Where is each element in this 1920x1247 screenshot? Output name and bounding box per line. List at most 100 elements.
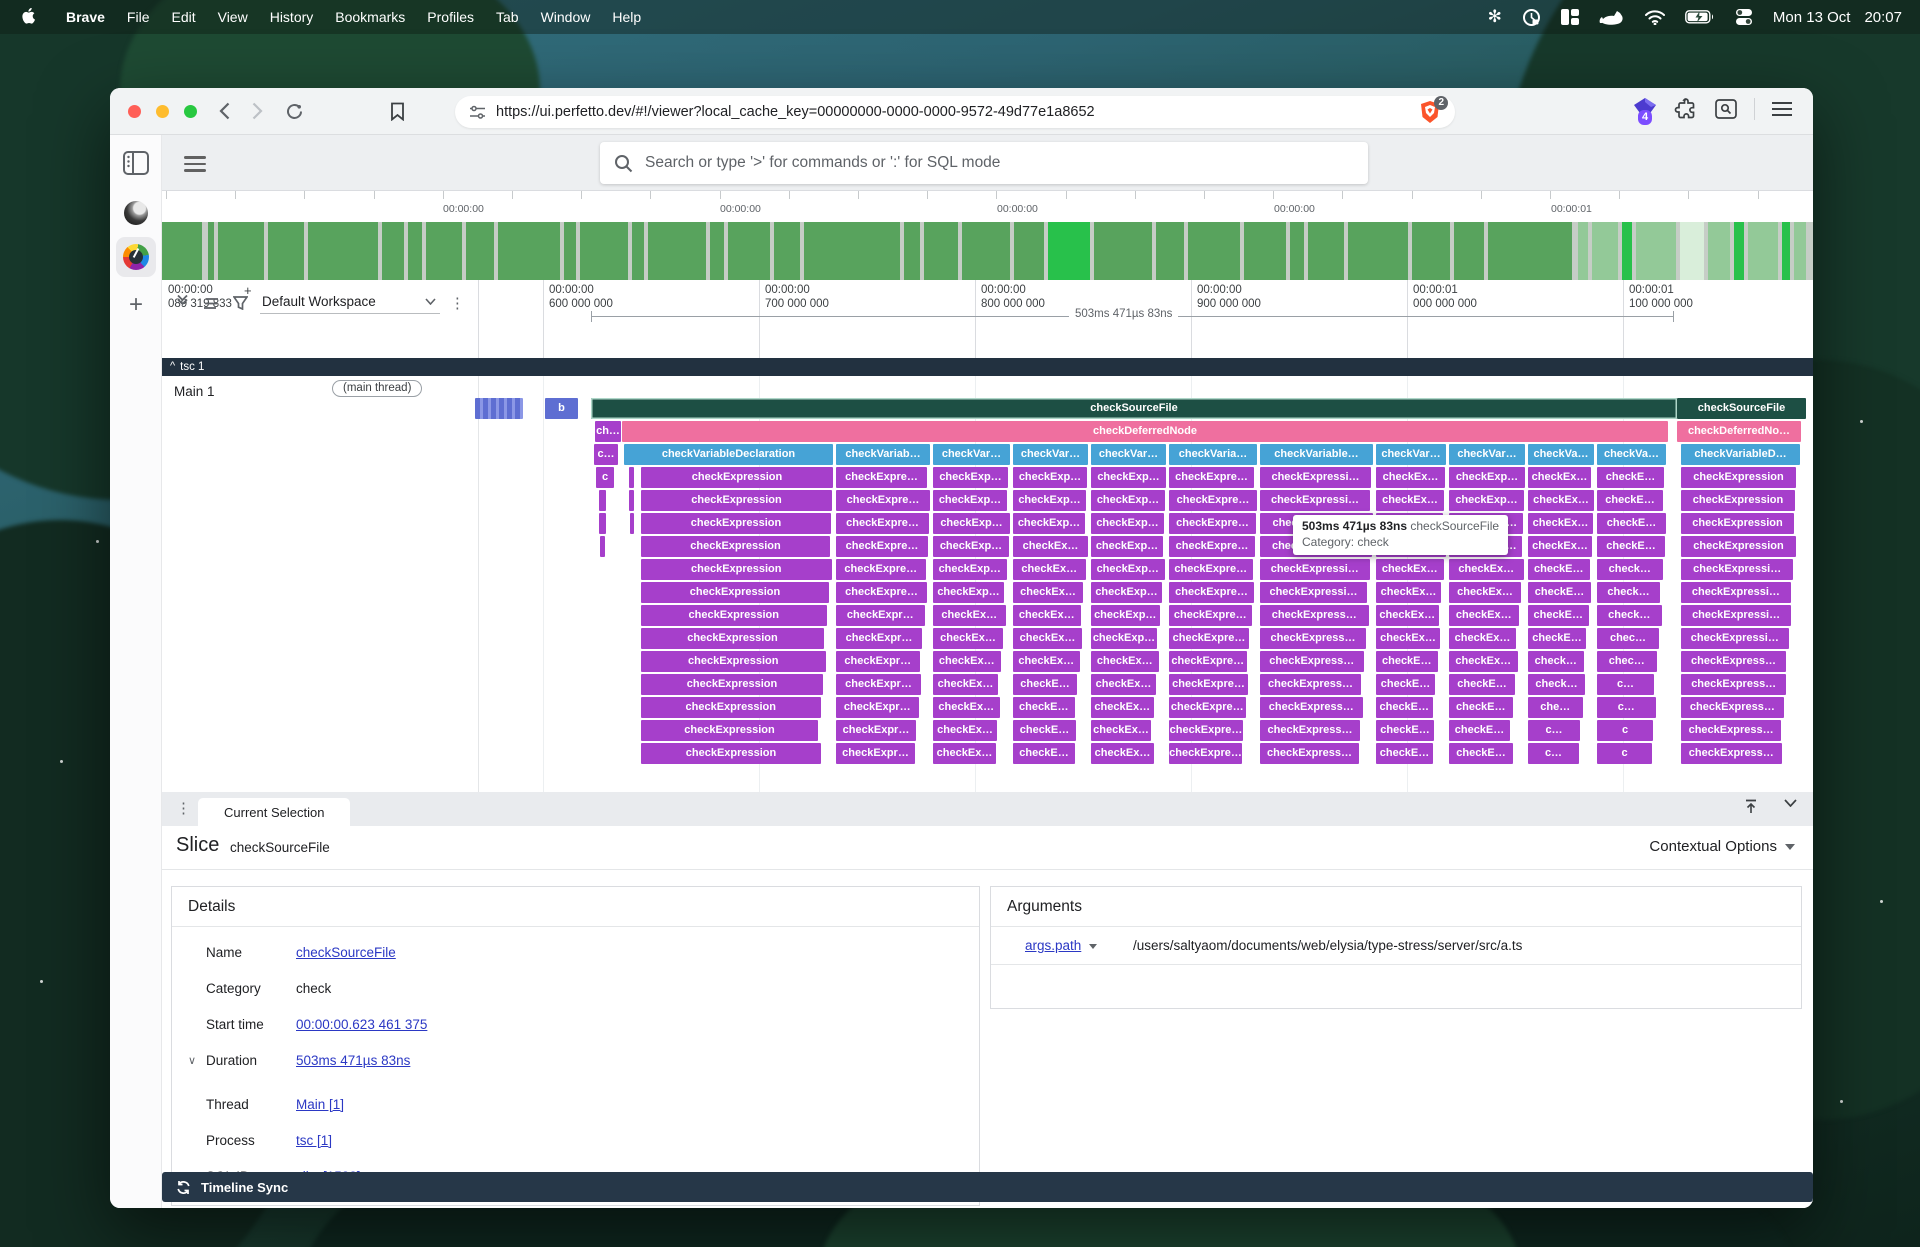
flame-slice[interactable]: checkE… [1449, 697, 1513, 718]
flame-slice[interactable]: checkExp… [1091, 490, 1165, 511]
flame-slice[interactable]: checkExp… [933, 467, 1008, 488]
flame-slice-teal[interactable]: checkVar… [1013, 444, 1088, 465]
flame-slice[interactable]: checkExpre… [1169, 490, 1257, 511]
flame-slice[interactable]: checkExpression [641, 720, 818, 741]
workspace-select[interactable]: Default Workspace [260, 292, 440, 314]
tab-kebab-icon[interactable]: ⋮ [176, 799, 191, 817]
menu-item-edit[interactable]: Edit [160, 9, 206, 25]
flame-slice[interactable]: checkE… [1013, 743, 1075, 764]
flame-slice[interactable]: c… [594, 444, 618, 465]
flame-slice[interactable]: checkExpressi… [1260, 467, 1371, 488]
flame-slice-teal[interactable]: checkVa… [1528, 444, 1594, 465]
flame-slice[interactable]: checkExpressi… [1681, 628, 1789, 649]
flame-slice[interactable]: chec… [1597, 628, 1659, 649]
sort-tracks-icon[interactable] [203, 297, 219, 310]
flame-slice[interactable]: checkExpre… [836, 467, 927, 488]
flame-slice[interactable]: checkExp… [933, 536, 1009, 557]
flame-slice[interactable]: checkEx… [1528, 536, 1592, 557]
flame-slice[interactable]: checkExpression [1681, 513, 1794, 534]
flame-slice[interactable]: checkEx… [1449, 605, 1519, 626]
flame-slice[interactable]: checkExpre… [836, 582, 927, 603]
flame-slice-checksourcefile[interactable]: checkSourceFile [591, 398, 1677, 419]
flame-slice[interactable]: checkExpre… [836, 559, 926, 580]
tab-perfetto-active[interactable] [116, 237, 156, 277]
flame-slice[interactable]: checkE… [1449, 674, 1515, 695]
flame-slice[interactable]: checkEx… [1449, 559, 1524, 580]
flame-slice[interactable]: checkEx… [1091, 674, 1156, 695]
flame-slice[interactable]: checkExpr… [836, 628, 922, 649]
flame-slice-teal[interactable]: checkVar… [1376, 444, 1446, 465]
flame-slice[interactable]: checkExpr… [836, 720, 916, 741]
flame-slice[interactable]: checkEx… [1013, 628, 1082, 649]
flame-slice[interactable]: checkExpression [641, 467, 833, 488]
flame-slice-teal[interactable]: checkVar… [1449, 444, 1525, 465]
flame-slice[interactable]: checkExp… [1091, 467, 1166, 488]
find-in-page-icon[interactable] [1714, 97, 1738, 121]
contextual-options-button[interactable]: Contextual Options [1649, 838, 1795, 855]
flame-slice[interactable]: checkExpression [641, 536, 830, 557]
brave-rewards-icon[interactable]: 4 [1632, 96, 1658, 122]
flame-slice[interactable]: checkExpre… [1169, 582, 1254, 603]
flame-slice[interactable]: checkEx… [933, 674, 998, 695]
detail-value[interactable]: checkSourceFile [296, 935, 396, 971]
flame-slice[interactable]: checkExpressi… [1260, 582, 1367, 603]
flame-slice[interactable]: checkExpress… [1260, 605, 1369, 626]
overview-minimap[interactable] [162, 222, 1813, 281]
flame-slice[interactable]: c… [1597, 697, 1656, 718]
flame-slice[interactable]: c [596, 467, 614, 488]
menu-item-tab[interactable]: Tab [485, 9, 530, 25]
new-tab-button[interactable]: + [116, 285, 156, 325]
flame-slice[interactable]: checkExpression [641, 743, 821, 764]
menu-item-bookmarks[interactable]: Bookmarks [324, 9, 416, 25]
flame-slice[interactable]: checkE… [1528, 559, 1590, 580]
track-group-tsc1[interactable]: ^ tsc 1 [162, 358, 1813, 376]
control-center-icon[interactable] [1735, 7, 1753, 27]
flame-slice[interactable]: check… [1597, 605, 1662, 626]
flame-slice[interactable]: checkE… [1449, 743, 1513, 764]
flame-slice[interactable]: checkE… [1449, 720, 1510, 741]
flame-slice[interactable]: checkEx… [933, 743, 996, 764]
flame-slice-teal[interactable]: checkVar… [933, 444, 1010, 465]
flame-slice-teal[interactable]: checkVar… [1091, 444, 1166, 465]
flame-slice[interactable]: checkExpre… [1169, 513, 1256, 534]
flame-slice[interactable] [599, 490, 606, 511]
zoom-window-button[interactable] [184, 105, 197, 118]
menu-item-window[interactable]: Window [530, 9, 602, 25]
flame-slice[interactable]: checkExpress… [1260, 674, 1361, 695]
flame-slice[interactable]: checkEx… [933, 697, 1000, 718]
detail-link[interactable]: tsc [1] [296, 1133, 332, 1148]
flame-slice[interactable]: checkExp… [1013, 467, 1087, 488]
flame-slice[interactable]: checkExp… [933, 559, 1007, 580]
reload-button[interactable] [285, 102, 304, 121]
flame-slice[interactable]: checkExpre… [1169, 536, 1255, 557]
detail-link[interactable]: checkSourceFile [296, 945, 396, 960]
flame-slice[interactable]: checkExp… [933, 582, 1004, 603]
menu-item-view[interactable]: View [207, 9, 259, 25]
flame-slice[interactable]: c [1597, 743, 1652, 764]
filter-icon[interactable] [233, 296, 248, 310]
detail-value[interactable]: 00:00:00.623 461 375 [296, 1007, 427, 1043]
detail-link[interactable]: 503ms 471µs 83ns [296, 1053, 410, 1068]
flame-slice[interactable]: checkE… [1376, 743, 1433, 764]
flame-slice[interactable]: checkEx… [1376, 467, 1445, 488]
flame-slice[interactable]: checkEx… [1091, 697, 1154, 718]
flame-slice[interactable]: checkExp… [1091, 582, 1162, 603]
flame-slice[interactable]: checkExp… [933, 513, 1010, 534]
flame-slice[interactable]: che… [1528, 697, 1583, 718]
detail-value[interactable]: tsc [1] [296, 1123, 332, 1159]
flame-slice[interactable]: checkVariableD… [1681, 444, 1800, 465]
flame-slice[interactable]: checkExp… [1091, 559, 1165, 580]
flame-slice[interactable]: checkE… [1376, 697, 1433, 718]
omnibox[interactable]: Search or type '>' for commands or ':' f… [600, 142, 1368, 184]
apple-menu-icon[interactable] [22, 7, 37, 27]
flame-slice[interactable]: checkE… [1376, 720, 1434, 741]
sidebar-toggle-icon[interactable] [116, 143, 156, 183]
tab-favicon-dark[interactable] [116, 193, 156, 233]
flame-slice[interactable]: checkExpression [641, 582, 829, 603]
flame-slice[interactable]: checkExp… [1091, 628, 1157, 649]
timeline-sync-bar[interactable]: Timeline Sync [162, 1172, 1813, 1202]
flame-slice[interactable]: checkExpression [641, 628, 824, 649]
flame-slice[interactable]: checkExpressi… [1681, 605, 1791, 626]
flame-slice-busy[interactable] [475, 398, 523, 419]
flame-slice[interactable]: checkExpre… [1169, 605, 1252, 626]
